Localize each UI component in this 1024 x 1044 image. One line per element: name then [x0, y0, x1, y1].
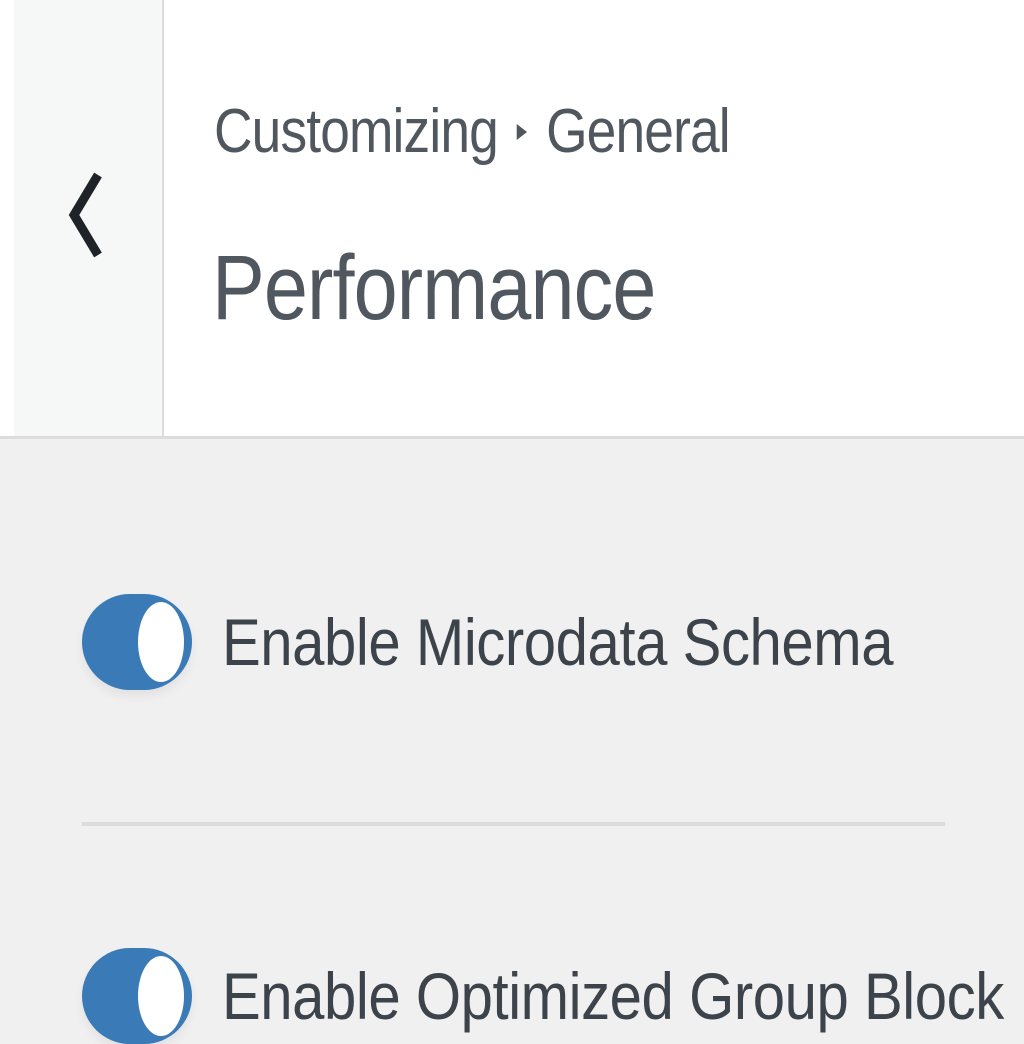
setting-row-microdata: Enable Microdata Schema	[82, 594, 985, 690]
breadcrumb: Customizing General	[214, 96, 731, 167]
customizer-header: Customizing General Performance	[0, 0, 1024, 439]
caret-right-icon	[516, 123, 528, 140]
toggle-knob	[138, 602, 184, 682]
optimized-group-block-toggle[interactable]	[82, 948, 192, 1044]
page-title: Performance	[212, 237, 656, 339]
microdata-schema-toggle[interactable]	[82, 594, 192, 690]
setting-row-group-block: Enable Optimized Group Block	[82, 948, 1024, 1044]
setting-label: Enable Optimized Group Block	[222, 959, 1004, 1033]
breadcrumb-section: General	[546, 97, 731, 166]
divider	[82, 822, 945, 826]
breadcrumb-root: Customizing	[214, 97, 499, 166]
chevron-left-icon	[68, 172, 102, 257]
setting-label: Enable Microdata Schema	[222, 605, 894, 679]
toggle-knob	[138, 956, 184, 1036]
back-button[interactable]	[14, 0, 164, 436]
